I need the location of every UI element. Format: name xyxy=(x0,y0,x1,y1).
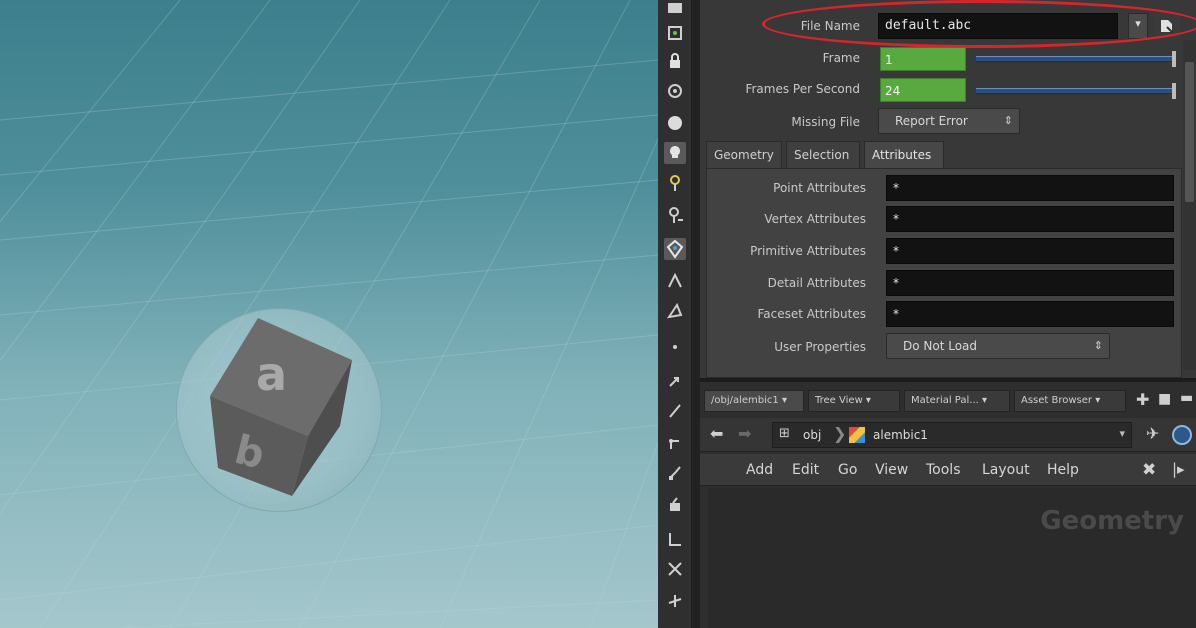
fps-slider[interactable] xyxy=(976,88,1172,94)
path-field[interactable]: ⊞ obj ❯ alembic1 ▾ xyxy=(772,422,1132,448)
tab-label: Asset Browser xyxy=(1021,395,1093,406)
tab-material-palette[interactable]: Material Pal... ▾ xyxy=(904,390,1010,412)
pin-edge-icon[interactable] xyxy=(664,204,686,226)
frame-label: Frame xyxy=(822,51,860,65)
tab-asset-browser[interactable]: Asset Browser ▾ xyxy=(1014,390,1126,412)
viewport-grid xyxy=(0,0,658,628)
pane-layout-icon[interactable]: ■ xyxy=(1158,391,1171,407)
add-tab-icon[interactable]: ✚ xyxy=(1136,390,1149,409)
menu-go[interactable]: Go xyxy=(838,462,857,478)
network-context-watermark: Geometry xyxy=(1040,506,1184,536)
detail-attributes-label: Detail Attributes xyxy=(767,276,866,290)
user-properties-menu[interactable]: Do Not Load ⇕ xyxy=(886,333,1110,359)
updown-arrows-icon: ⇕ xyxy=(1093,339,1103,352)
primitive-attributes-label: Primitive Attributes xyxy=(750,244,866,258)
scrollbar-thumb[interactable] xyxy=(1185,62,1194,202)
lock-icon[interactable] xyxy=(664,50,686,72)
toolbar-overflow-icon[interactable]: |▸ xyxy=(1172,460,1185,478)
menu-view[interactable]: View xyxy=(875,462,908,478)
missing-file-label: Missing File xyxy=(791,115,860,129)
menu-help[interactable]: Help xyxy=(1047,462,1079,478)
user-properties-value: Do Not Load xyxy=(903,339,978,353)
frame-slider[interactable] xyxy=(976,56,1172,62)
path-bar: ⬅ ➡ ⊞ obj ❯ alembic1 ▾ ✈ xyxy=(700,418,1196,452)
pen-icon[interactable] xyxy=(664,400,686,422)
corner-icon[interactable] xyxy=(664,528,686,550)
path-separator-icon: ❯ xyxy=(833,424,847,443)
arrow-select-icon[interactable] xyxy=(664,370,686,392)
network-help-icon[interactable] xyxy=(1172,425,1192,445)
select-geometry-icon[interactable] xyxy=(664,238,686,260)
updown-arrows-icon: ⇕ xyxy=(1003,114,1013,127)
menu-edit[interactable]: Edit xyxy=(792,462,819,478)
display-options-icon[interactable] xyxy=(664,0,686,22)
snapshot-icon[interactable] xyxy=(664,22,686,44)
path-root[interactable]: obj xyxy=(803,428,821,442)
point-attributes-input[interactable]: * xyxy=(886,175,1174,201)
network-editor-pane: /obj/alembic1 ▾ Tree View ▾ Material Pal… xyxy=(700,378,1196,628)
pin-point-icon[interactable] xyxy=(664,172,686,194)
menu-tools[interactable]: Tools xyxy=(926,462,961,478)
parameter-scrollbar[interactable] xyxy=(1183,40,1196,370)
frame-slider-handle[interactable] xyxy=(1172,51,1176,67)
tab-label: Tree View xyxy=(815,395,863,406)
user-properties-label: User Properties xyxy=(774,340,866,354)
select-edges-icon[interactable] xyxy=(664,300,686,322)
tab-selection[interactable]: Selection xyxy=(786,141,860,169)
tools-wrench-icon[interactable]: ✖ xyxy=(1142,460,1156,480)
path-dropdown-icon[interactable]: ▾ xyxy=(1119,427,1125,440)
frame-input[interactable]: 1 xyxy=(880,47,966,71)
menu-add[interactable]: Add xyxy=(746,462,773,478)
cube-label-a: a xyxy=(256,347,287,401)
fps-label: Frames Per Second xyxy=(745,82,860,96)
point-attributes-label: Point Attributes xyxy=(773,181,866,195)
transform-icon[interactable] xyxy=(664,590,686,612)
obj-network-icon: ⊞ xyxy=(779,426,790,441)
fps-slider-handle[interactable] xyxy=(1172,83,1176,99)
faceset-attributes-input[interactable]: * xyxy=(886,301,1174,327)
faceset-attributes-label: Faceset Attributes xyxy=(757,307,866,321)
scale-icon[interactable] xyxy=(664,558,686,580)
viewport-toolbar xyxy=(658,0,692,628)
network-menu-bar: Add Edit Go View Tools Layout Help ✖ |▸ xyxy=(700,454,1196,486)
pane-menu-icon[interactable]: ▬ xyxy=(1180,390,1193,406)
back-arrow-icon[interactable]: ⬅ xyxy=(710,424,723,443)
file-name-highlight-ring xyxy=(762,0,1196,48)
menu-layout[interactable]: Layout xyxy=(982,462,1030,478)
tab-obj-alembic1[interactable]: /obj/alembic1 ▾ xyxy=(704,390,804,412)
paint-icon[interactable] xyxy=(664,494,686,516)
brush-icon[interactable] xyxy=(664,462,686,484)
3d-viewport[interactable]: a b xyxy=(0,0,658,628)
tab-attributes[interactable]: Attributes xyxy=(864,141,944,169)
tab-tree-view[interactable]: Tree View ▾ xyxy=(808,390,900,412)
detail-attributes-input[interactable]: * xyxy=(886,270,1174,296)
vertex-attributes-label: Vertex Attributes xyxy=(764,212,866,226)
handle-icon[interactable] xyxy=(664,432,686,454)
missing-file-value: Report Error xyxy=(895,114,968,128)
target-icon[interactable] xyxy=(664,80,686,102)
vertex-attributes-input[interactable]: * xyxy=(886,206,1174,232)
dot-icon[interactable] xyxy=(664,336,686,358)
select-points-icon[interactable] xyxy=(664,270,686,292)
fps-input[interactable]: 24 xyxy=(880,78,966,102)
path-node[interactable]: alembic1 xyxy=(873,428,928,442)
tab-label: /obj/alembic1 xyxy=(711,395,779,406)
network-canvas[interactable]: Geometry xyxy=(708,488,1196,628)
primitive-attributes-input[interactable]: * xyxy=(886,238,1174,264)
tab-geometry[interactable]: Geometry xyxy=(706,141,782,169)
panel-divider[interactable] xyxy=(692,0,700,628)
light-bulb-icon[interactable] xyxy=(664,142,686,164)
alembic-node-icon xyxy=(849,427,865,443)
forward-arrow-icon[interactable]: ➡ xyxy=(738,424,751,443)
alembic-cube: a b xyxy=(210,318,352,496)
pin-pane-icon[interactable]: ✈ xyxy=(1146,424,1159,443)
missing-file-menu[interactable]: Report Error ⇕ xyxy=(878,108,1020,134)
shading-sphere-icon[interactable] xyxy=(664,112,686,134)
tab-label: Material Pal... xyxy=(911,395,979,406)
